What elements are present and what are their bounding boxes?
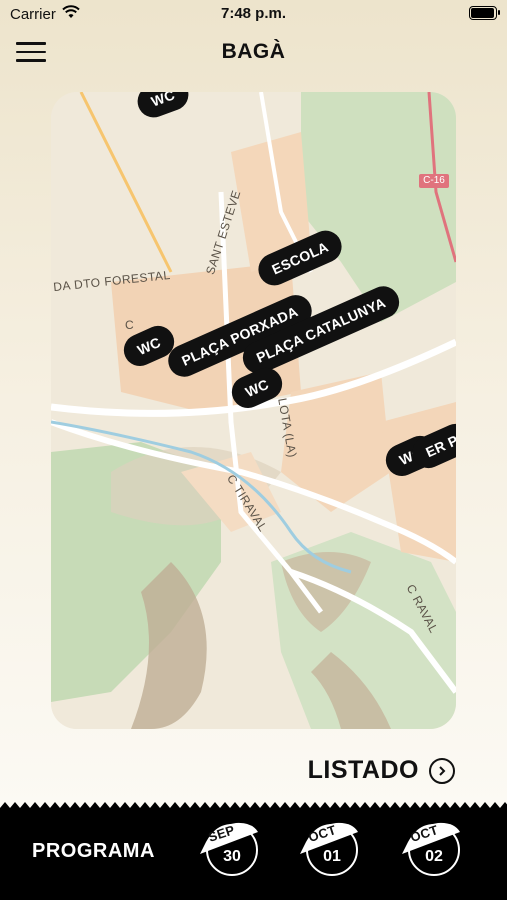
battery-level	[471, 8, 494, 18]
battery-icon	[469, 6, 500, 20]
chevron-right-circle-icon	[429, 757, 455, 784]
app-header: BAGÀ	[0, 32, 507, 72]
listado-label: LISTADO	[307, 756, 419, 784]
clock: 7:48 p.m.	[220, 5, 287, 22]
date-badge-oct-01[interactable]: OCT 01	[300, 820, 360, 878]
date-day: 30	[223, 848, 241, 865]
date-badge-sep-30[interactable]: SEP 30	[200, 820, 260, 878]
date-day: 02	[425, 848, 443, 865]
status-bar: Carrier 7:48 p.m.	[0, 0, 507, 28]
map-background	[51, 92, 456, 729]
listado-button[interactable]: LISTADO	[308, 756, 455, 785]
street-label: C	[125, 318, 135, 332]
date-day: 01	[323, 848, 341, 865]
town-map[interactable]: C-16 DA DTO FORESTAL SANT ESTEVE C TIRAV…	[51, 92, 456, 729]
page-title: BAGÀ	[221, 40, 286, 63]
date-badge-oct-02[interactable]: OCT 02	[402, 820, 462, 878]
programa-link[interactable]: PROGRAMA	[32, 840, 155, 863]
road-badge: C-16	[423, 175, 445, 186]
program-bar: PROGRAMA SEP 30 OCT 01 OCT 02	[0, 800, 507, 900]
